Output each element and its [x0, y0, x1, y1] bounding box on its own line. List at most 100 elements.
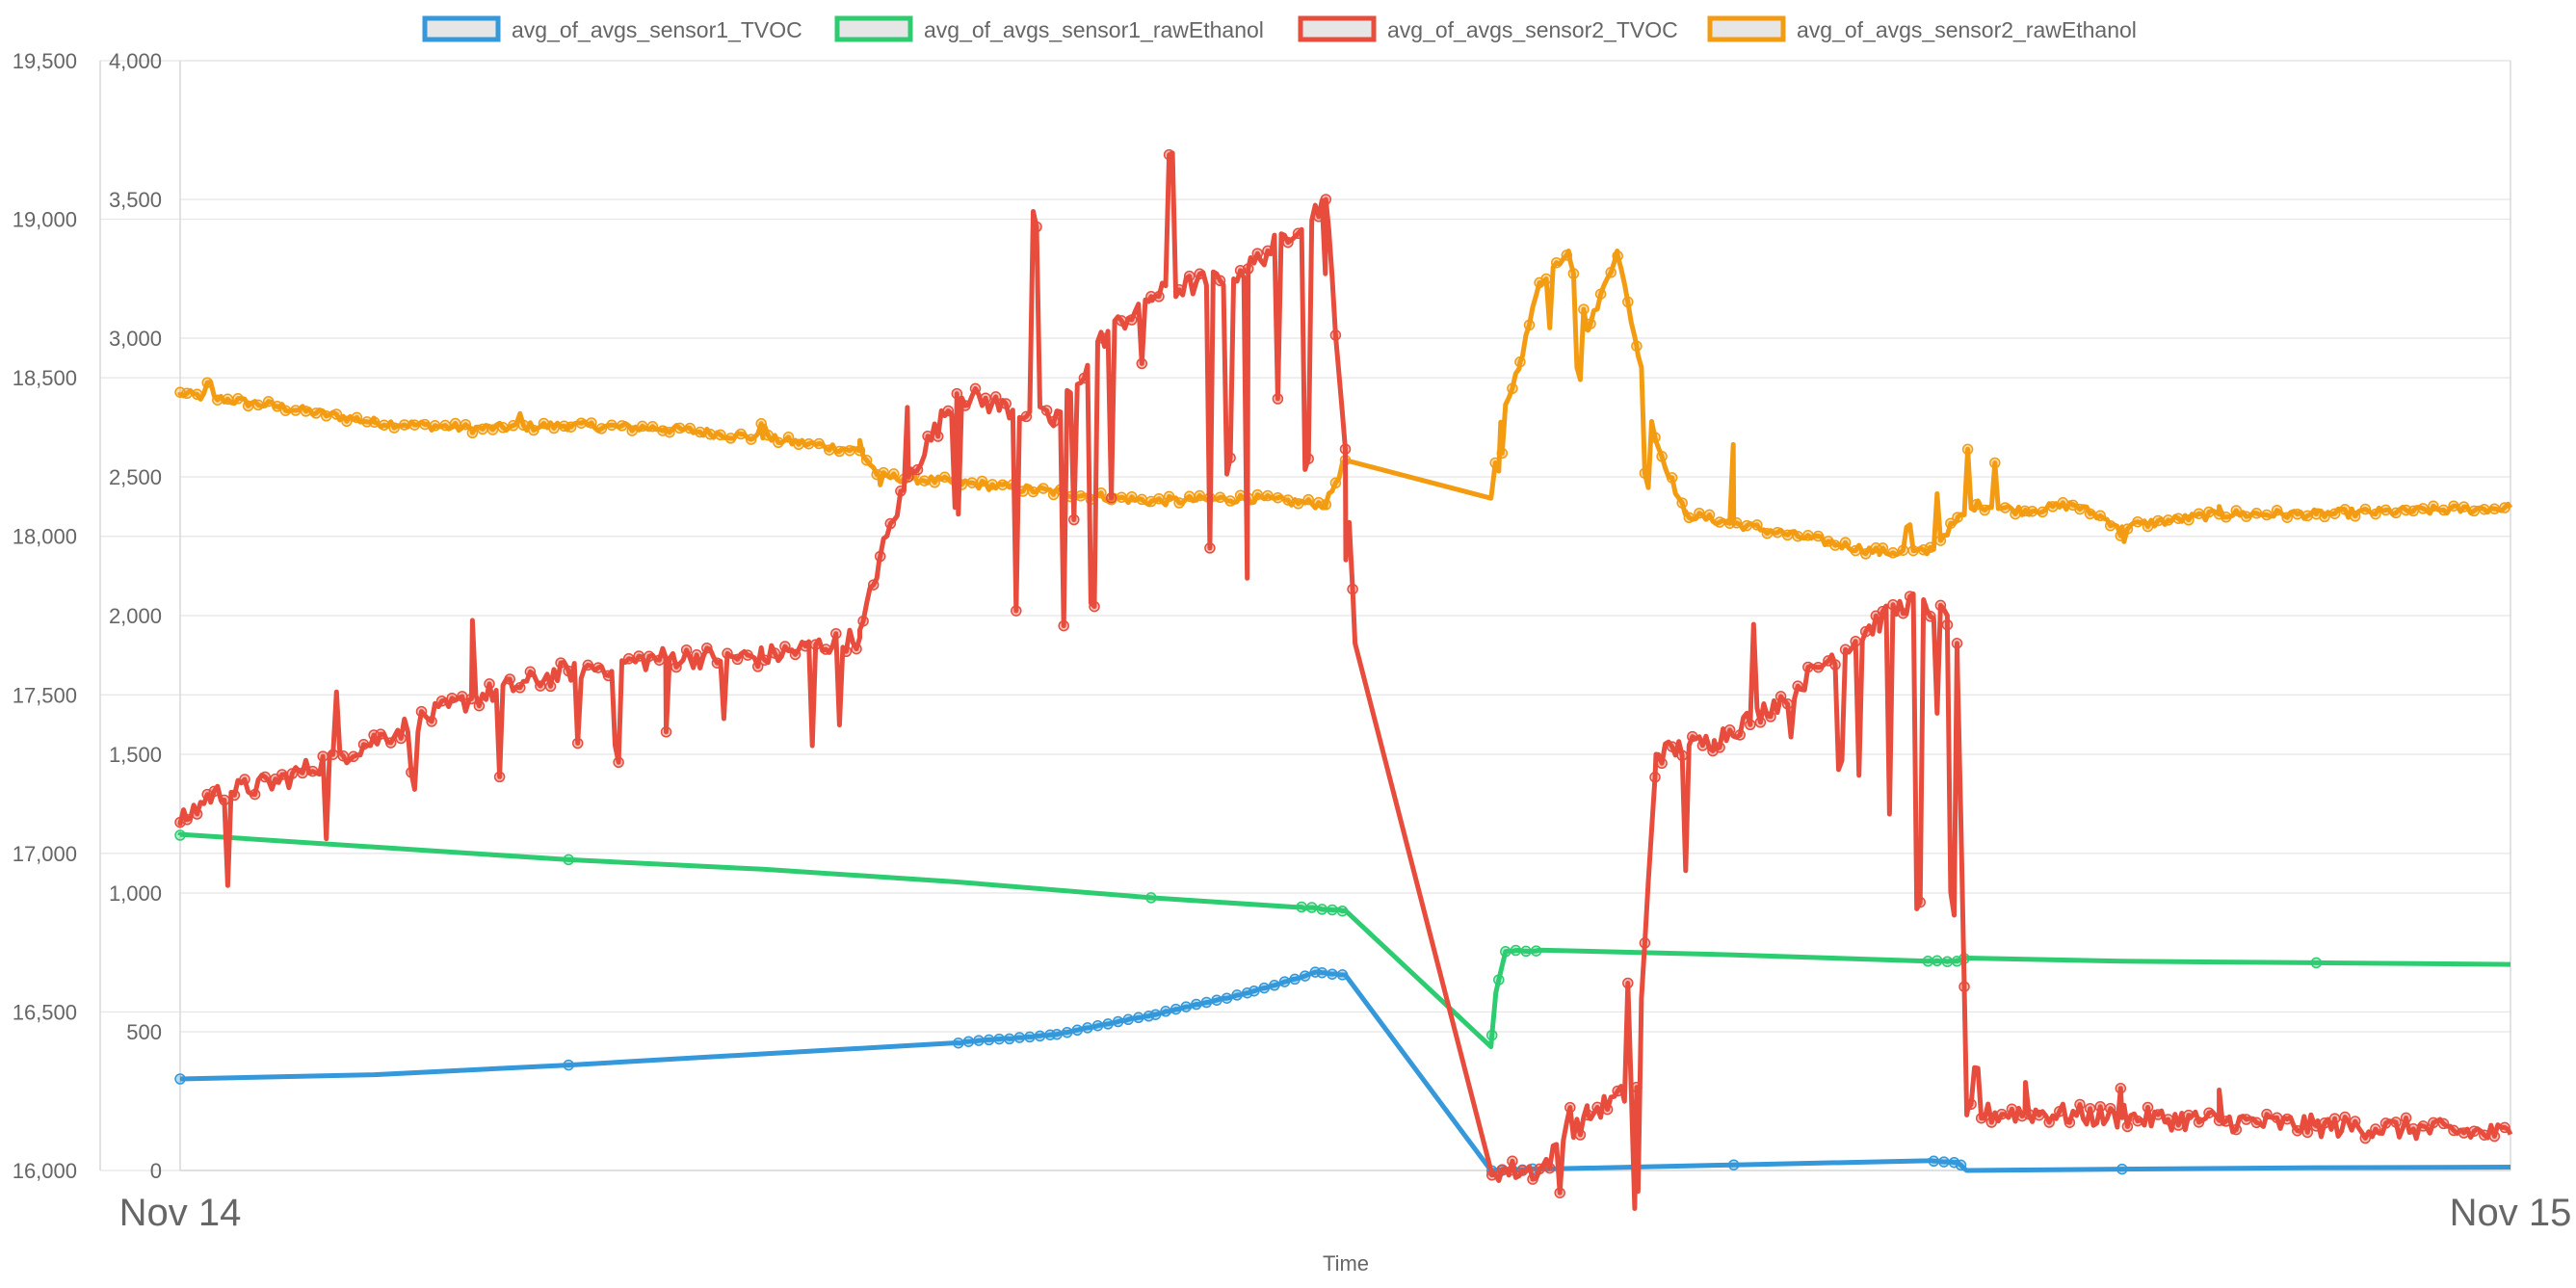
data-point [1925, 541, 1936, 553]
data-point [1676, 497, 1688, 509]
data-point [477, 423, 488, 435]
data-point [1812, 661, 1825, 673]
data-point [276, 769, 288, 780]
data-point [212, 394, 223, 406]
data-point [1075, 490, 1087, 502]
data-point [1091, 1019, 1104, 1032]
data-point [1543, 1162, 1556, 1174]
data-point [1507, 1155, 1518, 1168]
legend-item-sensor1-rawethanol[interactable]: avg_of_avgs_sensor1_rawEthanol [834, 15, 1264, 42]
data-point [1000, 398, 1012, 409]
data-point [2183, 514, 2195, 526]
data-point [1122, 1013, 1134, 1026]
data-point [2479, 1129, 2490, 1141]
data-point [181, 387, 193, 400]
data-point [228, 789, 241, 802]
data-point [1258, 982, 1271, 994]
data-point [2349, 511, 2361, 522]
data-point [1136, 357, 1148, 370]
y-left-tick-label: 18,000 [13, 525, 77, 549]
data-point [1339, 443, 1352, 455]
data-point [2250, 1117, 2263, 1129]
data-point [2220, 1116, 2232, 1127]
data-point [1170, 1003, 1182, 1015]
data-point [201, 377, 213, 388]
data-point [2193, 1117, 2205, 1128]
data-point [504, 673, 515, 685]
data-point [993, 1033, 1005, 1045]
legend-item-sensor1-tvoc[interactable]: avg_of_avgs_sensor1_TVOC [422, 15, 802, 42]
data-point [1224, 452, 1236, 463]
y-right-tick-label: 1,500 [109, 743, 162, 767]
legend-swatch-sensor1-rawethanol [834, 15, 913, 42]
data-point [2281, 1113, 2293, 1125]
data-point [2488, 1130, 2501, 1143]
data-point [867, 579, 880, 591]
data-point [1631, 340, 1643, 352]
data-point [1329, 329, 1342, 341]
data-point [884, 517, 897, 530]
data-point [1133, 1012, 1144, 1024]
data-point [1714, 742, 1725, 753]
data-point [262, 395, 275, 407]
data-point [2437, 504, 2450, 516]
data-point [670, 661, 682, 673]
data-point [2328, 1113, 2341, 1124]
data-point [1296, 901, 1307, 913]
data-point [297, 767, 308, 779]
data-point [2074, 503, 2086, 515]
data-point [2261, 509, 2273, 521]
data-point [208, 785, 221, 798]
gridlines [100, 60, 2510, 1171]
data-point [2074, 1098, 2086, 1111]
data-point [1859, 548, 1872, 560]
data-point [446, 692, 458, 704]
data-point [1530, 945, 1542, 957]
series-0 [174, 966, 2511, 1177]
data-point [191, 388, 203, 401]
data-point [1839, 644, 1852, 656]
legend-item-sensor2-rawethanol[interactable]: avg_of_avgs_sensor2_rawEthanol [1707, 15, 2137, 42]
data-point [1096, 332, 1109, 344]
data-point [701, 642, 713, 654]
data-point [1040, 405, 1053, 416]
data-point [2162, 1114, 2174, 1125]
data-point [1714, 516, 1725, 528]
data-point [1928, 1155, 1940, 1168]
data-point [1313, 211, 1325, 223]
data-point [1292, 498, 1304, 510]
data-point [538, 417, 550, 430]
data-point [2006, 1103, 2018, 1116]
data-point [415, 705, 428, 718]
data-point [929, 477, 940, 488]
data-point [1058, 619, 1069, 632]
data-point [1496, 1164, 1509, 1175]
data-point [1676, 749, 1688, 762]
data-point [2468, 1125, 2480, 1137]
data-point [1214, 491, 1226, 504]
data-point [789, 648, 802, 661]
y-right-tick-label: 3,500 [109, 188, 162, 212]
data-point [1582, 1109, 1594, 1121]
data-point [2230, 1123, 2243, 1136]
data-point [486, 424, 499, 435]
data-point [1500, 946, 1511, 958]
data-point [1173, 497, 1185, 509]
data-point [606, 419, 618, 432]
data-point [782, 432, 795, 443]
data-point [1772, 526, 1783, 539]
data-point [2054, 1105, 2065, 1117]
data-point [942, 405, 955, 417]
data-point [800, 640, 811, 652]
legend-item-sensor2-tvoc[interactable]: avg_of_avgs_sensor2_TVOC [1298, 15, 1678, 42]
data-point [854, 445, 866, 457]
series-line [177, 831, 2511, 1050]
data-point [2417, 1120, 2430, 1132]
data-point [563, 1059, 574, 1071]
data-point [1329, 477, 1342, 489]
data-point [1975, 1112, 1987, 1124]
data-point [1649, 772, 1661, 783]
data-point [375, 728, 386, 740]
legend-swatch-sensor2-rawethanol [1707, 15, 1786, 42]
data-point [242, 400, 254, 412]
